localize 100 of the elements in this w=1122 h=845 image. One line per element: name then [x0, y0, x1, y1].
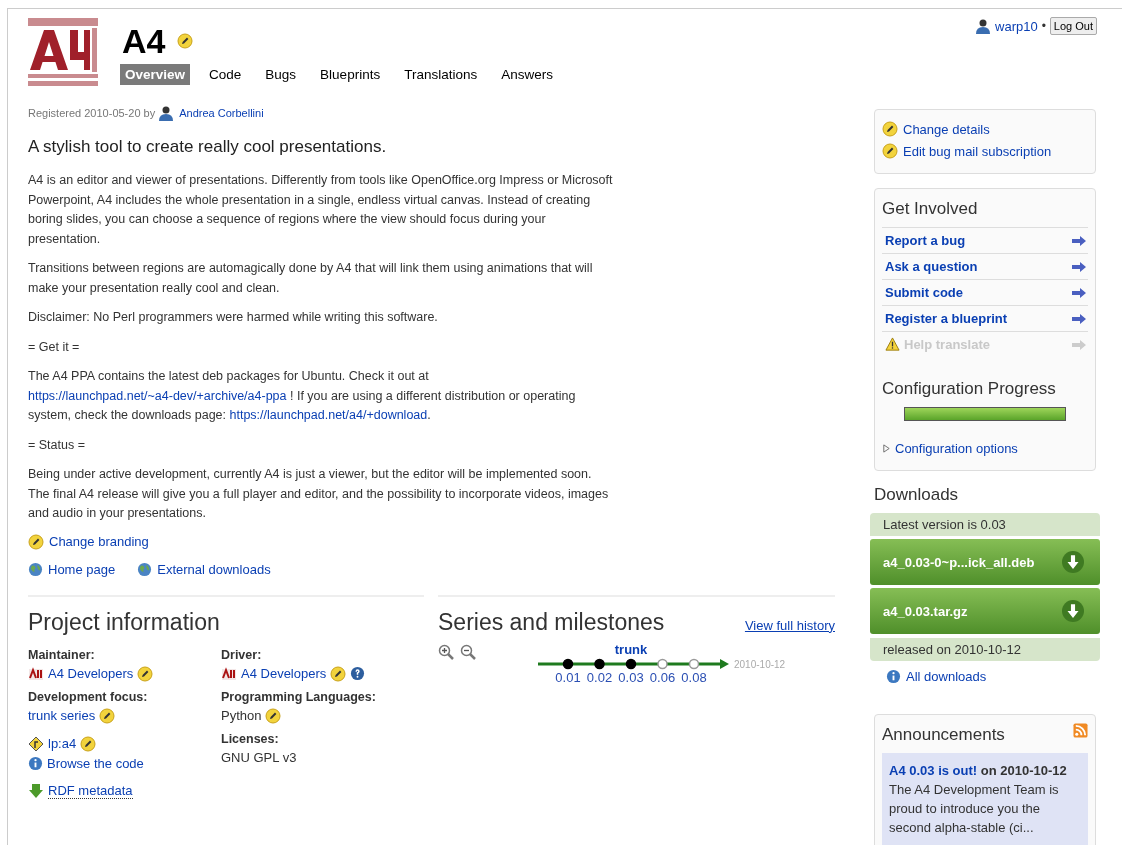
- field-link[interactable]: A4 Developers: [241, 666, 327, 681]
- description-paragraph: Transitions between regions are automagically done by A4 that will link them using animations that will make your presentation really cool and clean.: [28, 260, 594, 297]
- download-icon: [1062, 551, 1084, 573]
- globe-icon: [28, 561, 43, 577]
- view-history-link[interactable]: View full history: [744, 617, 835, 633]
- milestone-label[interactable]: 0.06: [649, 669, 676, 685]
- milestone-marker[interactable]: [688, 658, 700, 669]
- description-paragraph: The A4 PPA contains the latest deb packages for Ubuntu. Check it out at https://launchpad.net/~a4-dev/+archive/a4-ppa ! If you are using a different distribution or operating system, check the downloads page: https://launchpad.net/a4/+download.: [28, 368, 577, 424]
- download-icon: [1062, 600, 1084, 622]
- panel-title: Configuration Progress: [882, 379, 1057, 399]
- milestone-marker[interactable]: [562, 658, 574, 669]
- field-value: Python: [221, 708, 262, 723]
- field-link[interactable]: trunk series: [28, 708, 96, 723]
- person-icon: [975, 18, 991, 34]
- involvement-link[interactable]: Register a blueprint: [882, 305, 1088, 331]
- rss-icon: [1073, 723, 1088, 738]
- logout-button[interactable]: Log Out: [1049, 17, 1097, 35]
- involvement-link[interactable]: Submit code: [882, 279, 1088, 305]
- project-title: A4: [122, 21, 166, 61]
- external-link[interactable]: Home page: [48, 561, 116, 577]
- help-icon: [350, 666, 366, 681]
- field-label: Licenses:: [221, 731, 280, 746]
- series-link[interactable]: trunk: [614, 641, 648, 657]
- right-arrow-icon: [1072, 313, 1086, 324]
- announcement-link[interactable]: A4 0.03 is out!: [889, 763, 978, 778]
- person-icon: [158, 105, 175, 121]
- nav-tab[interactable]: Blueprints: [315, 64, 386, 85]
- separator-dot: •: [1041, 19, 1046, 33]
- milestone-marker[interactable]: [625, 658, 637, 669]
- right-arrow-icon: [1072, 287, 1086, 298]
- browse-code-link[interactable]: Browse the code: [47, 755, 144, 771]
- branch-link[interactable]: lp:a4: [48, 736, 77, 751]
- panel-title: Announcements: [882, 725, 1005, 745]
- field-label: Programming Languages:: [221, 689, 377, 704]
- nav-tab[interactable]: Answers: [496, 64, 558, 85]
- url-link[interactable]: https://launchpad.net/~a4-dev/+archive/a4-ppa: [28, 388, 287, 403]
- team-logo-icon: [221, 665, 237, 682]
- nav-tab[interactable]: Code: [204, 64, 247, 85]
- section-title: Project information: [28, 608, 221, 636]
- field-link[interactable]: A4 Developers: [48, 666, 134, 681]
- release-date-label: released on 2010-10-12: [870, 638, 1100, 661]
- action-link[interactable]: Edit bug mail subscription: [903, 143, 1052, 159]
- globe-icon: [137, 561, 153, 577]
- description-paragraph: = Status =: [28, 436, 86, 454]
- description-paragraph: A4 is an editor and viewer of presentations. Differently from tools like OpenOffice.org Impress or Microsoft Powerpoint, A4 includes the whole presentation in a single, endless virtual canvas. Instead of creating boring slides, you can choose a sequence of regions where the view should focus during your presentation.: [28, 172, 613, 248]
- latest-version-label: Latest version is 0.03: [870, 513, 1100, 536]
- edit-icon: [882, 143, 898, 159]
- all-downloads-link[interactable]: All downloads: [906, 669, 987, 684]
- branch-icon: [28, 735, 44, 752]
- team-logo-icon: [28, 665, 44, 682]
- nav-tab[interactable]: Overview: [120, 64, 191, 85]
- announcement-text: A4 0.03 is out! on 2010-10-12 The A4 Development Team is proud to introduce you the second alpha-stable (ci...: [882, 753, 1088, 845]
- milestone-label[interactable]: 0.03: [618, 669, 644, 685]
- collapsed-triangle-icon[interactable]: [882, 443, 891, 454]
- registered-text: Registered 2010-05-20 by: [28, 107, 156, 119]
- description-paragraph: = Get it =: [28, 338, 81, 356]
- owner-link[interactable]: Andrea Corbellini: [179, 107, 264, 119]
- milestone-label[interactable]: 0.08: [681, 669, 707, 685]
- info-icon: [886, 669, 901, 684]
- change-branding-link[interactable]: Change branding: [49, 534, 149, 549]
- section-title: Series and milestones: [438, 608, 665, 636]
- date-label: 2010-10-12: [734, 658, 786, 670]
- project-logo-icon: [28, 18, 98, 88]
- edit-icon: [28, 533, 44, 550]
- edit-icon: [265, 707, 282, 724]
- panel-title: Get Involved: [882, 199, 979, 219]
- edit-icon: [330, 665, 347, 682]
- field-label: Maintainer:: [28, 647, 96, 662]
- nav-tab[interactable]: Bugs: [260, 64, 302, 85]
- description-paragraph: Being under active development, currently A4 is just a viewer, but the editor will be implemented soon. The final A4 release will give you a full player and editor, and the possibility to incorporate videos, images and audio in your presentations.: [28, 466, 610, 522]
- edit-icon: [80, 735, 97, 752]
- edit-icon: [882, 121, 898, 137]
- milestone-marker[interactable]: [657, 658, 668, 669]
- rdf-link[interactable]: RDF metadata: [48, 782, 133, 799]
- action-link[interactable]: Change details: [903, 121, 990, 137]
- user-link[interactable]: warp10: [995, 18, 1038, 34]
- milestone-label[interactable]: 0.01: [555, 669, 581, 685]
- external-link[interactable]: External downloads: [157, 561, 271, 577]
- edit-icon: [99, 707, 116, 724]
- zoom-out-icon: [460, 643, 476, 660]
- edit-icon: [137, 665, 154, 682]
- zoom-in-icon: [438, 643, 454, 660]
- right-arrow-icon: [1072, 339, 1086, 350]
- warning-icon: [885, 337, 900, 352]
- down-arrow-icon: [28, 782, 44, 799]
- edit-icon: [177, 33, 194, 49]
- involvement-link[interactable]: Ask a question: [882, 253, 1088, 279]
- right-arrow-icon: [1072, 261, 1086, 272]
- info-icon: [28, 755, 43, 771]
- field-value: GNU GPL v3: [221, 749, 297, 765]
- project-summary: A stylish tool to create really cool presentations.: [28, 137, 388, 157]
- milestone-label[interactable]: 0.02: [586, 669, 613, 685]
- description-paragraph: Disclaimer: No Perl programmers were harmed while writing this software.: [28, 309, 439, 326]
- nav-tab[interactable]: Translations: [399, 64, 483, 85]
- configuration-options-link[interactable]: Configuration options: [895, 441, 1018, 456]
- milestone-marker[interactable]: [594, 658, 605, 669]
- field-label: Development focus:: [28, 689, 149, 704]
- involvement-link[interactable]: Report a bug: [882, 227, 1088, 253]
- field-label: Driver:: [221, 647, 263, 662]
- right-arrow-icon: [1072, 235, 1086, 246]
